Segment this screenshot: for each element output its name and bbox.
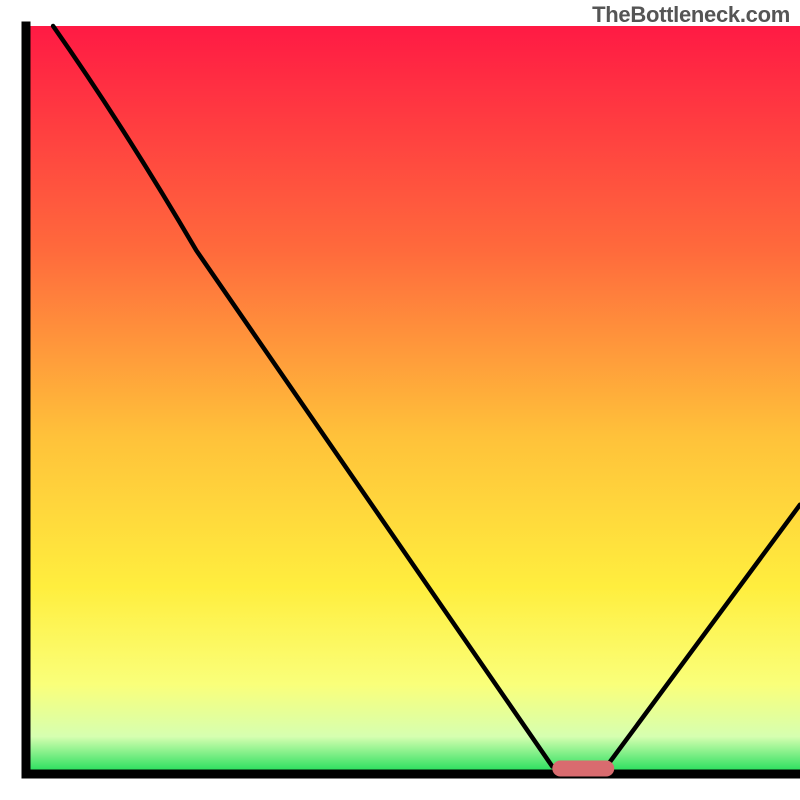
chart-container: TheBottleneck.com <box>0 0 800 800</box>
plot-area <box>26 26 800 777</box>
bottleneck-chart <box>0 0 800 800</box>
optimal-marker <box>552 761 614 777</box>
watermark-text: TheBottleneck.com <box>592 2 790 28</box>
